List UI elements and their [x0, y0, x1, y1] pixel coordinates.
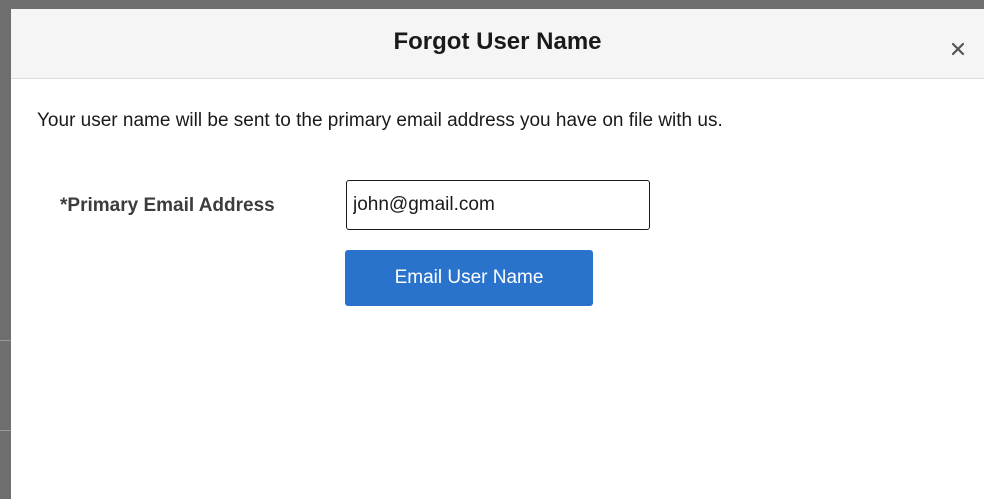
email-field-label: *Primary Email Address — [60, 195, 275, 216]
close-icon — [951, 42, 965, 56]
close-button[interactable] — [946, 37, 970, 61]
backdrop-divider — [0, 340, 11, 341]
dialog-header: Forgot User Name — [11, 9, 984, 79]
backdrop-divider — [0, 430, 11, 431]
email-field[interactable] — [346, 180, 650, 230]
modal-backdrop-top — [0, 0, 984, 9]
forgot-user-name-dialog: Forgot User Name Your user name will be … — [11, 9, 984, 499]
modal-backdrop-left — [0, 0, 11, 499]
email-user-name-button[interactable]: Email User Name — [345, 250, 593, 306]
dialog-title: Forgot User Name — [393, 28, 602, 55]
instruction-text: Your user name will be sent to the prima… — [37, 110, 723, 131]
